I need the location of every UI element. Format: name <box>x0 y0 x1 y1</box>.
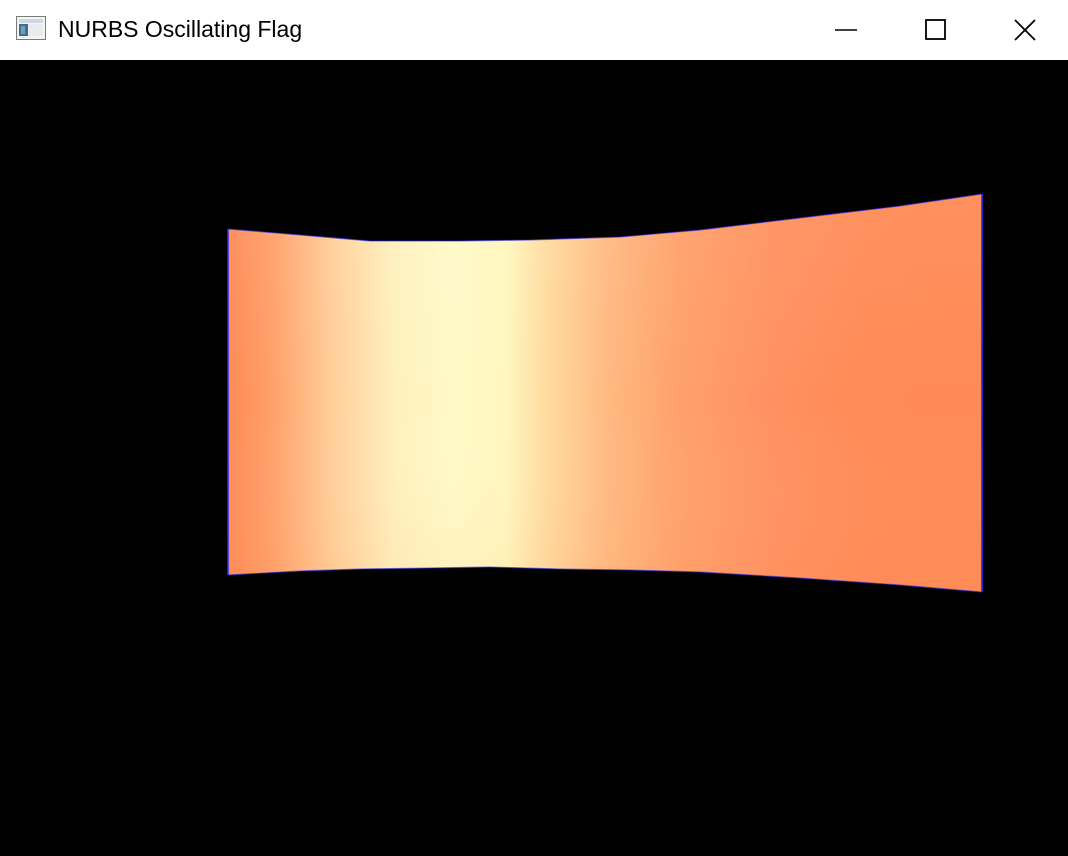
application-window-icon[interactable] <box>16 16 46 40</box>
window-title: NURBS Oscillating Flag <box>58 16 303 42</box>
maximize-button[interactable] <box>891 0 981 60</box>
title-bar[interactable]: NURBS Oscillating Flag <box>0 0 1068 60</box>
maximize-icon <box>924 18 948 42</box>
minimize-icon <box>834 18 858 42</box>
nurbs-flag-surface <box>227 193 983 593</box>
minimize-button[interactable] <box>801 0 891 60</box>
close-button[interactable] <box>982 0 1068 60</box>
application-window: NURBS Oscillating Flag <box>0 0 1068 856</box>
close-icon <box>1013 18 1037 42</box>
opengl-render-canvas[interactable] <box>0 60 1068 856</box>
